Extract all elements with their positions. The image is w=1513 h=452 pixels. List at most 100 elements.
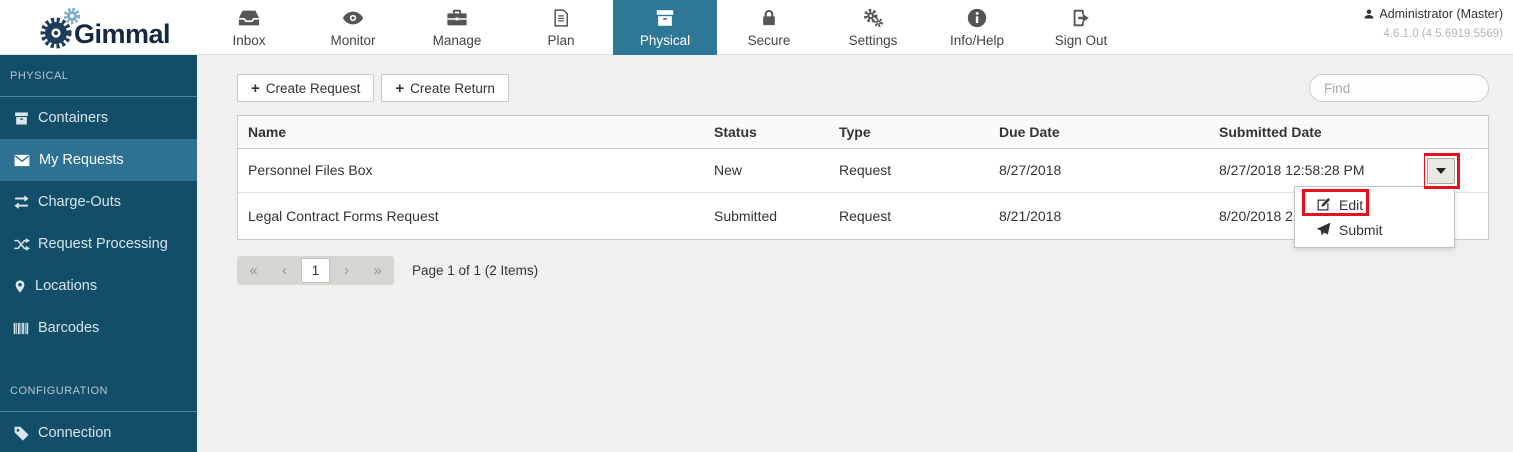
cell-status: New: [704, 149, 829, 192]
next-page-button[interactable]: ›: [331, 256, 362, 285]
column-header-status[interactable]: Status: [704, 116, 829, 148]
sidebar-item-containers[interactable]: Containers: [0, 97, 197, 139]
exchange-icon: [13, 194, 30, 211]
row-actions-dropdown-button[interactable]: [1427, 158, 1455, 184]
sidebar-item-label: Barcodes: [38, 320, 99, 336]
main-content: + Create Request + Create Return Name St…: [197, 55, 1513, 452]
tab-label: Physical: [640, 33, 690, 48]
brand-name: Gimmal: [74, 19, 170, 50]
sidebar-item-barcodes[interactable]: Barcodes: [0, 307, 197, 349]
gimmal-logo: Gimmal: [36, 6, 170, 52]
archive-box-icon: [654, 7, 676, 29]
inbox-icon: [238, 7, 260, 29]
tab-monitor[interactable]: Monitor: [301, 0, 405, 55]
pager: « ‹ 1 › »: [237, 256, 394, 285]
column-header-due-date[interactable]: Due Date: [989, 116, 1209, 148]
sidebar-item-label: Containers: [38, 110, 108, 126]
sidebar-item-connection[interactable]: Connection: [0, 412, 197, 452]
sign-out-icon: [1070, 7, 1092, 29]
first-page-button[interactable]: «: [238, 256, 269, 285]
create-request-label: Create Request: [266, 81, 361, 96]
caret-down-icon: [1436, 168, 1446, 174]
tab-plan[interactable]: Plan: [509, 0, 613, 55]
sidebar-item-label: Request Processing: [38, 236, 168, 252]
cell-status: Submitted: [704, 193, 829, 239]
tab-label: Plan: [547, 33, 574, 48]
archive-box-icon: [13, 110, 30, 127]
user-name: Administrator (Master): [1379, 7, 1503, 21]
eye-icon: [341, 7, 365, 29]
tab-manage[interactable]: Manage: [405, 0, 509, 55]
cell-type: Request: [829, 193, 989, 239]
toolbar: + Create Request + Create Return: [237, 74, 1489, 102]
lock-icon: [759, 7, 779, 29]
envelope-icon: [13, 152, 31, 169]
plus-icon: +: [395, 80, 404, 97]
plus-icon: +: [251, 80, 260, 97]
primary-nav: Inbox Monitor Manage Plan Physical Secur…: [197, 0, 1133, 55]
sidebar-section-configuration: CONFIGURATION: [0, 370, 197, 412]
paper-plane-icon: [1316, 222, 1331, 237]
sidebar-item-label: Locations: [35, 278, 97, 294]
table-header-row: Name Status Type Due Date Submitted Date: [238, 116, 1488, 149]
user-icon: [1363, 8, 1375, 20]
tab-settings[interactable]: Settings: [821, 0, 925, 55]
column-header-type[interactable]: Type: [829, 116, 989, 148]
tab-label: Manage: [433, 33, 482, 48]
tab-inbox[interactable]: Inbox: [197, 0, 301, 55]
sidebar-item-charge-outs[interactable]: Charge-Outs: [0, 181, 197, 223]
previous-page-button[interactable]: ‹: [269, 256, 300, 285]
document-icon: [551, 7, 571, 29]
tab-info-help[interactable]: Info/Help: [925, 0, 1029, 55]
briefcase-icon: [446, 7, 468, 29]
tab-label: Info/Help: [950, 33, 1004, 48]
shuffle-icon: [13, 236, 30, 253]
user-name-row[interactable]: Administrator (Master): [1363, 7, 1503, 21]
info-icon: [966, 7, 988, 29]
user-box: Administrator (Master) 4.6.1.0 (4.5.6919…: [1363, 7, 1503, 40]
cell-due-date: 8/27/2018: [989, 149, 1209, 192]
column-header-actions: [1424, 116, 1488, 148]
find-input[interactable]: [1309, 74, 1489, 102]
create-button-group: + Create Request + Create Return: [237, 74, 509, 102]
tab-sign-out[interactable]: Sign Out: [1029, 0, 1133, 55]
column-header-name[interactable]: Name: [238, 116, 704, 148]
edit-icon: [1316, 197, 1331, 212]
create-return-label: Create Return: [410, 81, 495, 96]
sidebar-item-label: Connection: [38, 425, 111, 441]
pagination-row: « ‹ 1 › » Page 1 of 1 (2 Items): [237, 256, 1489, 285]
create-return-button[interactable]: + Create Return: [381, 74, 509, 102]
create-request-button[interactable]: + Create Request: [237, 74, 374, 102]
tag-icon: [13, 425, 30, 442]
sidebar-item-locations[interactable]: Locations: [0, 265, 197, 307]
top-bar: Gimmal Inbox Monitor Manage Plan Physica…: [0, 0, 1513, 55]
barcode-icon: [13, 320, 30, 337]
gears-icon: [861, 7, 885, 29]
sidebar-item-label: Charge-Outs: [38, 194, 121, 210]
menu-item-label: Submit: [1339, 222, 1383, 238]
row-actions-menu: Edit Submit: [1294, 186, 1455, 248]
sidebar-item-label: My Requests: [39, 152, 124, 168]
menu-item-submit[interactable]: Submit: [1295, 217, 1454, 242]
tab-label: Secure: [748, 33, 791, 48]
tab-label: Settings: [849, 33, 898, 48]
cell-type: Request: [829, 149, 989, 192]
tab-label: Sign Out: [1055, 33, 1108, 48]
tab-physical[interactable]: Physical: [613, 0, 717, 55]
menu-item-edit[interactable]: Edit: [1295, 192, 1454, 217]
cell-name: Personnel Files Box: [238, 149, 704, 192]
cell-name: Legal Contract Forms Request: [238, 193, 704, 239]
sidebar-item-request-processing[interactable]: Request Processing: [0, 223, 197, 265]
last-page-button[interactable]: »: [362, 256, 393, 285]
tab-label: Inbox: [232, 33, 265, 48]
sidebar-item-my-requests[interactable]: My Requests: [0, 139, 197, 181]
column-header-submitted-date[interactable]: Submitted Date: [1209, 116, 1424, 148]
sidebar: PHYSICAL Containers My Requests Charge-O…: [0, 55, 197, 452]
tab-label: Monitor: [330, 33, 375, 48]
pager-summary: Page 1 of 1 (2 Items): [412, 263, 538, 278]
sidebar-spacer: [0, 349, 197, 370]
current-page-button[interactable]: 1: [301, 258, 330, 283]
map-marker-icon: [13, 278, 27, 295]
tab-secure[interactable]: Secure: [717, 0, 821, 55]
menu-item-label: Edit: [1339, 197, 1363, 213]
